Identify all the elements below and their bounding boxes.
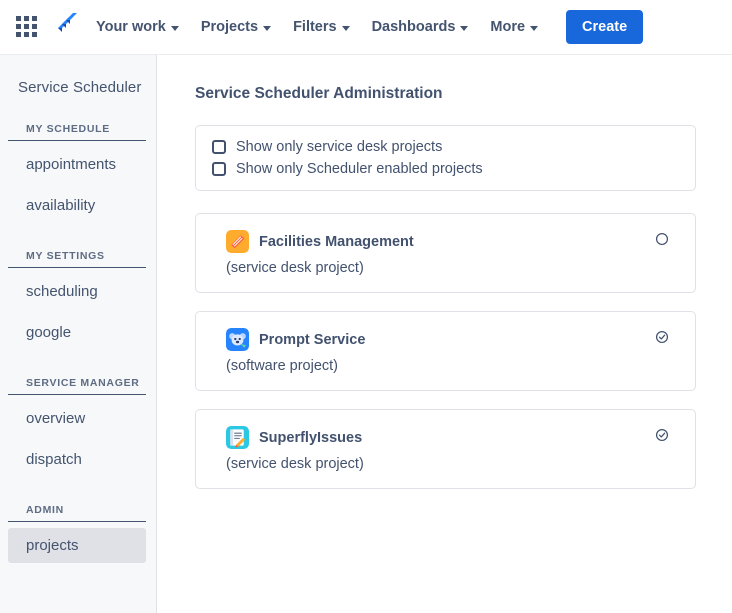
checkbox-unchecked-icon[interactable]: [212, 162, 226, 176]
project-header: Prompt Service: [226, 328, 695, 351]
circle-check-icon[interactable]: [655, 330, 669, 344]
notepad-cyan-project-icon: [226, 426, 249, 449]
sidebar-item-dispatch[interactable]: dispatch: [8, 442, 146, 477]
jira-logo-icon[interactable]: [52, 13, 78, 41]
nav-link-more[interactable]: More: [490, 19, 539, 35]
pen-orange-project-icon: [226, 230, 249, 253]
project-type: (service desk project): [226, 260, 364, 276]
sidebar-item-availability[interactable]: availability: [8, 188, 146, 223]
sidebar-item-projects[interactable]: projects: [8, 528, 146, 563]
project-name: Prompt Service: [259, 331, 366, 348]
checkbox-unchecked-icon[interactable]: [212, 140, 226, 154]
page-title: Service Scheduler Administration: [195, 85, 443, 102]
sidebar-item-google[interactable]: google: [8, 315, 146, 350]
nav-link-filters[interactable]: Filters: [293, 19, 350, 35]
circle-check-icon[interactable]: [655, 428, 669, 442]
nav-link-label: Dashboards: [371, 19, 456, 35]
project-header: SuperflyIssues: [226, 426, 695, 449]
project-header: Facilities Management: [226, 230, 695, 253]
nav-link-label: Projects: [200, 19, 259, 35]
chevron-down-icon: [263, 25, 272, 31]
filter-label: Show only Scheduler enabled projects: [236, 161, 483, 177]
main-content: Service Scheduler Administration Show on…: [157, 55, 732, 613]
chevron-down-icon: [530, 25, 539, 31]
nav-link-label: Your work: [96, 19, 166, 35]
nav-link-your-work[interactable]: Your work: [96, 19, 179, 35]
sidebar-item-overview[interactable]: overview: [8, 401, 146, 436]
sidebar-section-my-schedule: MY SCHEDULE: [8, 123, 146, 141]
sidebar: Service Scheduler MY SCHEDULE appointmen…: [0, 55, 157, 613]
project-name: SuperflyIssues: [259, 429, 363, 446]
sidebar-section-admin: ADMIN: [8, 504, 146, 522]
nav-link-dashboards[interactable]: Dashboards: [372, 19, 469, 35]
sidebar-title: Service Scheduler: [18, 79, 142, 96]
koala-blue-project-icon: [226, 328, 249, 351]
page-body: Service Scheduler MY SCHEDULE appointmen…: [0, 55, 732, 613]
chevron-down-icon: [341, 25, 350, 31]
project-type: (service desk project): [226, 456, 364, 472]
filter-scheduler-enabled-projects[interactable]: Show only Scheduler enabled projects: [212, 158, 695, 180]
project-card-superflyissues[interactable]: SuperflyIssues (service desk project): [195, 409, 696, 489]
sidebar-section-my-settings: MY SETTINGS: [8, 250, 146, 268]
sidebar-item-appointments[interactable]: appointments: [8, 147, 146, 182]
chevron-down-icon: [460, 25, 469, 31]
circle-empty-icon[interactable]: [655, 232, 669, 246]
chevron-down-icon: [170, 25, 179, 31]
nav-link-label: More: [490, 19, 526, 35]
nav-link-label: Filters: [293, 19, 337, 35]
project-filters-panel: Show only service desk projects Show onl…: [195, 125, 696, 191]
sidebar-item-scheduling[interactable]: scheduling: [8, 274, 146, 309]
nav-link-projects[interactable]: Projects: [200, 19, 272, 35]
create-button[interactable]: Create: [566, 10, 644, 44]
project-name: Facilities Management: [259, 233, 414, 250]
filter-label: Show only service desk projects: [236, 139, 443, 155]
project-card-facilities-management[interactable]: Facilities Management (service desk proj…: [195, 213, 696, 293]
project-type: (software project): [226, 358, 339, 374]
grid-apps-icon[interactable]: [16, 16, 38, 38]
top-navigation-bar: Your work Projects Filters Dashboards Mo…: [0, 0, 732, 55]
filter-service-desk-projects[interactable]: Show only service desk projects: [212, 136, 695, 158]
sidebar-section-service-manager: SERVICE MANAGER: [8, 377, 146, 395]
project-card-prompt-service[interactable]: Prompt Service (software project): [195, 311, 696, 391]
